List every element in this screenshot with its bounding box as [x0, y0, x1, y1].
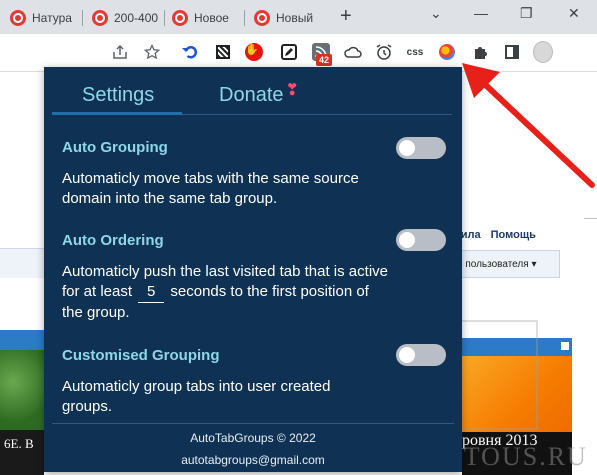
browser-tab[interactable]: Новый	[254, 6, 324, 30]
rss-count-badge: 42	[316, 54, 333, 66]
new-tab-button[interactable]: +	[340, 5, 352, 27]
auto-ordering-title: Auto Ordering	[62, 232, 164, 249]
opera-favicon-icon	[10, 10, 26, 26]
autotabgroups-icon[interactable]	[437, 42, 457, 62]
cloud-icon[interactable]	[343, 42, 363, 62]
tab-donate[interactable]: Donate ❣	[219, 82, 299, 107]
customised-grouping-description: Automaticly group tabs into user created…	[62, 378, 331, 415]
auto-ordering-description: Automaticly push the last visited tab th…	[62, 263, 388, 321]
share-icon[interactable]	[110, 42, 130, 62]
page-nav-link[interactable]: Помощь	[491, 229, 536, 241]
footer-divider	[52, 423, 454, 424]
browser-tab[interactable]: Натура	[10, 6, 80, 30]
footer-email[interactable]: autotabgroups@gmail.com	[44, 453, 462, 467]
customised-grouping-title: Customised Grouping	[62, 347, 220, 364]
star-icon[interactable]	[142, 42, 162, 62]
qr-code-icon[interactable]	[213, 42, 233, 62]
close-window-button[interactable]: ✕	[568, 4, 580, 22]
pen-edit-icon[interactable]	[279, 42, 299, 62]
auto-grouping-toggle[interactable]	[396, 137, 446, 159]
opera-favicon-icon	[254, 10, 270, 26]
extensions-puzzle-icon[interactable]	[470, 42, 490, 62]
auto-ordering-toggle[interactable]	[396, 229, 446, 251]
tab-settings[interactable]: Settings	[82, 84, 154, 107]
tab-separator	[82, 10, 83, 26]
browser-tab-label: 200-400	[114, 11, 159, 25]
page-banner-image	[0, 350, 44, 430]
tab-divider	[182, 114, 452, 115]
tab-search-chevron-icon[interactable]: ⌄	[430, 4, 442, 22]
auto-grouping-description: Automaticly move tabs with the same sour…	[62, 170, 359, 207]
tab-donate-label: Donate	[219, 84, 284, 106]
browser-tab-strip: Натура 200-400 Новое Новый + ⌄ — ❐ ✕	[0, 0, 597, 34]
panel-collapse-icon[interactable]	[560, 341, 570, 351]
hand-stop-icon[interactable]: ✋	[244, 42, 264, 62]
auto-grouping-title: Auto Grouping	[62, 139, 168, 156]
opera-favicon-icon	[92, 10, 108, 26]
browser-tab-label: Новое	[194, 11, 229, 25]
customised-grouping-toggle[interactable]	[396, 344, 446, 366]
autotabgroups-popup: Settings Donate ❣ Auto Grouping Automatic…	[44, 67, 462, 472]
opera-favicon-icon	[172, 10, 188, 26]
page-banner-header	[0, 330, 44, 350]
page-divider	[584, 218, 597, 219]
page-nav: вила Помощь	[454, 229, 546, 241]
side-panel-icon[interactable]	[502, 42, 522, 62]
page-strip	[0, 248, 44, 278]
profile-avatar[interactable]	[533, 41, 553, 63]
browser-tab[interactable]: 200-400	[92, 6, 162, 30]
browser-tab[interactable]: Новое	[172, 6, 242, 30]
browser-tab-label: Новый	[276, 11, 314, 25]
restore-button[interactable]: ❐	[520, 4, 533, 22]
undo-close-tab-icon[interactable]	[180, 42, 200, 62]
css-icon[interactable]: css	[405, 42, 425, 62]
page-banner-caption: 6Е. В	[0, 430, 44, 475]
footer-copyright: AutoTabGroups © 2022	[190, 431, 316, 445]
tab-separator	[164, 10, 165, 26]
page-user-select[interactable]: о пользователя ▾	[452, 250, 560, 278]
alarm-clock-icon[interactable]	[374, 42, 394, 62]
seconds-input[interactable]: 5	[138, 282, 165, 303]
browser-tab-label: Натура	[32, 11, 72, 25]
active-tab-underline	[52, 112, 182, 115]
tab-separator	[244, 10, 245, 26]
popup-tabs: Settings Donate ❣	[44, 67, 462, 117]
minimize-button[interactable]: —	[474, 4, 488, 22]
hearts-icon: ❣	[285, 82, 299, 99]
